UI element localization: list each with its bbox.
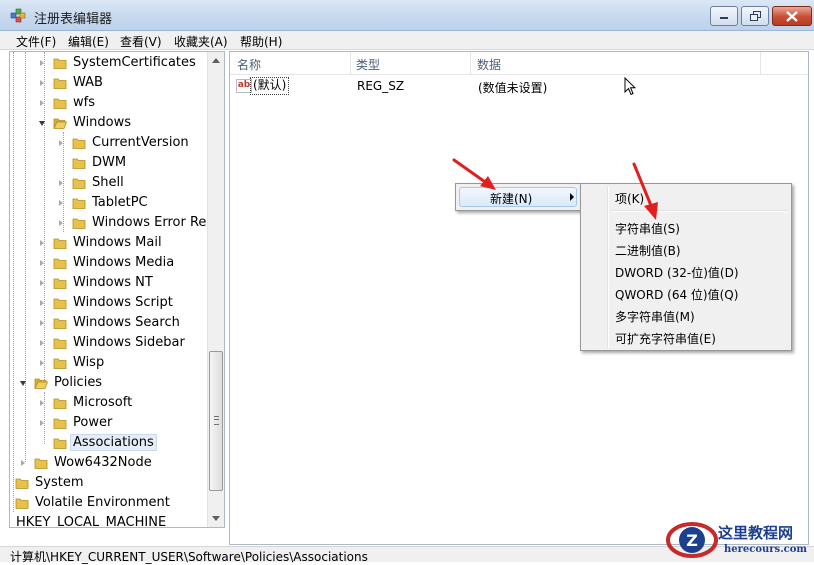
folder-open-icon bbox=[53, 118, 67, 129]
column-name[interactable]: 名称 bbox=[237, 56, 261, 73]
status-path: 计算机\HKEY_CURRENT_USER\Software\Policies\… bbox=[10, 550, 368, 564]
tree-item[interactable]: wfs bbox=[10, 93, 206, 113]
tree-item[interactable]: Microsoft bbox=[10, 393, 206, 413]
menu-view[interactable]: 查看(V) bbox=[120, 33, 162, 50]
mouse-cursor-icon bbox=[624, 77, 636, 96]
folder-icon bbox=[72, 158, 86, 169]
folder-icon bbox=[15, 478, 29, 489]
tree-item[interactable]: SystemCertificates bbox=[10, 53, 206, 73]
svg-text:Z: Z bbox=[686, 531, 698, 550]
tree-scrollbar[interactable] bbox=[207, 52, 224, 527]
window-title: 注册表编辑器 bbox=[34, 12, 113, 27]
registry-tree[interactable]: SystemCertificates WAB wfs Windows Curre… bbox=[9, 51, 225, 528]
folder-icon bbox=[53, 418, 67, 429]
folder-icon bbox=[53, 58, 67, 69]
restore-button[interactable] bbox=[741, 6, 769, 26]
tree-item[interactable]: Windows Media bbox=[10, 253, 206, 273]
tree-item[interactable]: Windows Search bbox=[10, 313, 206, 333]
tree-item[interactable]: Policies bbox=[10, 373, 206, 393]
folder-icon bbox=[53, 318, 67, 329]
submenu-item-dword-value[interactable]: DWORD (32-位)值(D) bbox=[615, 264, 739, 281]
grip-icon bbox=[214, 416, 219, 425]
folder-icon bbox=[53, 398, 67, 409]
tree-item[interactable]: TabletPC bbox=[10, 193, 206, 213]
tree-item[interactable]: Wow6432Node bbox=[10, 453, 206, 473]
folder-icon bbox=[53, 298, 67, 309]
folder-icon bbox=[53, 338, 67, 349]
new-submenu: 项(K) 字符串值(S) 二进制值(B) DWORD (32-位)值(D) QW… bbox=[580, 183, 792, 351]
folder-icon bbox=[72, 198, 86, 209]
folder-icon bbox=[53, 238, 67, 249]
close-icon bbox=[786, 10, 798, 22]
tree-item[interactable]: Windows Script bbox=[10, 293, 206, 313]
tree-item[interactable]: HKEY_LOCAL_MACHINE bbox=[10, 513, 206, 527]
tree-item[interactable]: Windows NT bbox=[10, 273, 206, 293]
tree-item[interactable]: Volatile Environment bbox=[10, 493, 206, 513]
value-name: (默认) bbox=[250, 77, 290, 95]
submenu-item-binary-value[interactable]: 二进制值(B) bbox=[615, 242, 681, 259]
column-data[interactable]: 数据 bbox=[477, 56, 501, 73]
folder-icon bbox=[34, 458, 48, 469]
title-bar[interactable]: 注册表编辑器 bbox=[0, 0, 814, 31]
watermark-logo-icon: Z bbox=[666, 522, 718, 558]
scroll-thumb[interactable] bbox=[209, 351, 223, 491]
tree-item[interactable]: CurrentVersion bbox=[10, 133, 206, 153]
tree-item[interactable]: Windows Mail bbox=[10, 233, 206, 253]
scroll-up-icon[interactable] bbox=[212, 58, 220, 63]
red-arrow-icon bbox=[452, 158, 496, 190]
tree-item[interactable]: Windows Sidebar bbox=[10, 333, 206, 353]
submenu-item-expandable-string-value[interactable]: 可扩充字符串值(E) bbox=[615, 330, 716, 347]
folder-icon bbox=[15, 498, 29, 509]
tree-item[interactable]: Wisp bbox=[10, 353, 206, 373]
folder-icon bbox=[53, 98, 67, 109]
column-type[interactable]: 类型 bbox=[356, 56, 380, 73]
folder-icon bbox=[53, 438, 67, 449]
tree-item[interactable]: Windows Error Rep bbox=[10, 213, 215, 233]
menu-favorites[interactable]: 收藏夹(A) bbox=[174, 33, 228, 50]
tree-item[interactable]: WAB bbox=[10, 73, 206, 93]
submenu-arrow-icon bbox=[570, 193, 574, 201]
tree-item[interactable]: Shell bbox=[10, 173, 206, 193]
scroll-down-icon[interactable] bbox=[212, 516, 220, 521]
restore-icon bbox=[749, 11, 761, 21]
tree-item-selected[interactable]: Associations bbox=[10, 433, 206, 453]
menu-file[interactable]: 文件(F) bbox=[16, 33, 56, 50]
submenu-item-multi-string-value[interactable]: 多字符串值(M) bbox=[615, 308, 695, 325]
menu-edit[interactable]: 编辑(E) bbox=[68, 33, 109, 50]
watermark-logo: Z 这里教程网 herecours.com bbox=[666, 516, 814, 562]
folder-icon bbox=[72, 218, 86, 229]
tree-item[interactable]: DWM bbox=[10, 153, 206, 173]
value-row[interactable]: ab (默认) REG_SZ (数值未设置) bbox=[230, 76, 808, 96]
tree-item[interactable]: Windows bbox=[10, 113, 206, 133]
menu-bar: 文件(F) 编辑(E) 查看(V) 收藏夹(A) 帮助(H) bbox=[0, 31, 814, 50]
column-header: 名称 类型 数据 bbox=[230, 52, 808, 75]
folder-icon bbox=[72, 178, 86, 189]
tree-item[interactable]: Power bbox=[10, 413, 206, 433]
folder-icon bbox=[53, 358, 67, 369]
folder-open-icon bbox=[34, 378, 48, 389]
red-arrow-icon bbox=[632, 162, 658, 220]
minimize-button[interactable] bbox=[710, 6, 738, 26]
menu-help[interactable]: 帮助(H) bbox=[240, 33, 282, 50]
folder-icon bbox=[72, 138, 86, 149]
regedit-app-icon bbox=[10, 8, 26, 23]
folder-icon bbox=[53, 78, 67, 89]
submenu-item-qword-value[interactable]: QWORD (64 位)值(Q) bbox=[615, 286, 738, 303]
tree-item[interactable]: System bbox=[10, 473, 206, 493]
value-data: (数值未设置) bbox=[478, 81, 548, 95]
folder-icon bbox=[53, 278, 67, 289]
value-type: REG_SZ bbox=[357, 79, 405, 93]
close-button[interactable] bbox=[772, 6, 812, 26]
folder-icon bbox=[53, 258, 67, 269]
minimize-icon bbox=[720, 17, 728, 19]
